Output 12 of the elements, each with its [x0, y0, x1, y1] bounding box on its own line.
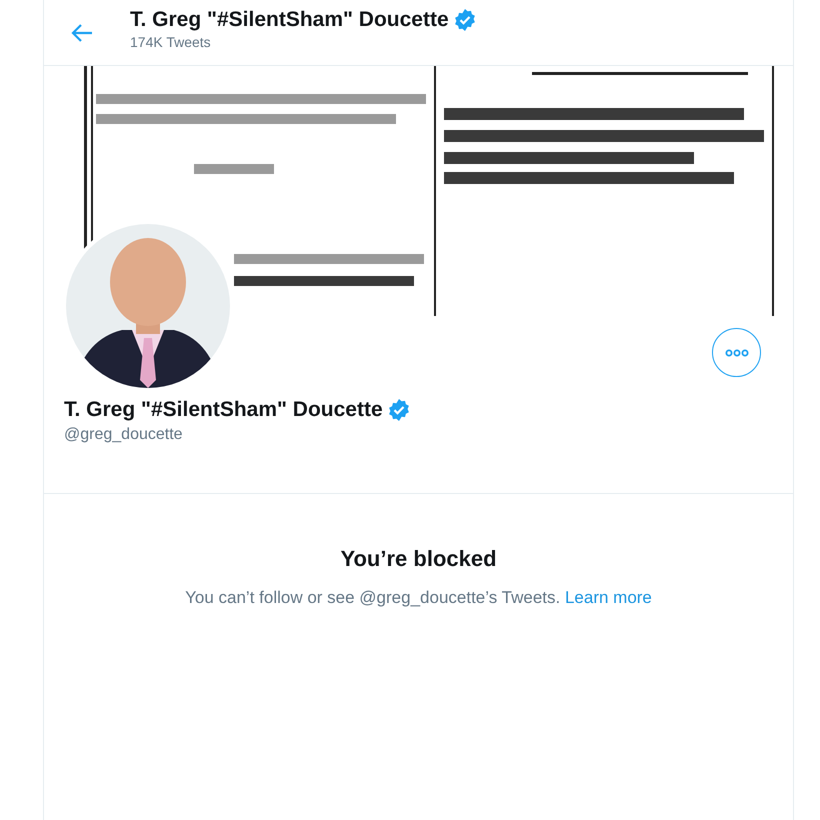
learn-more-link[interactable]: Learn more	[564, 588, 652, 607]
blocked-title: You’re blocked	[340, 546, 497, 572]
profile-handle: @greg_doucette	[64, 426, 184, 444]
profile-name: T. Greg "#SilentSham" Doucette	[64, 398, 383, 422]
verified-badge-icon	[452, 8, 477, 32]
header-title: T. Greg "#SilentSham" Doucette	[130, 8, 449, 32]
more-button[interactable]	[712, 328, 761, 377]
tweet-count: 174K Tweets	[130, 34, 212, 50]
verified-badge-icon	[386, 398, 411, 422]
back-arrow-icon	[71, 24, 93, 42]
more-icon	[724, 348, 748, 356]
blocked-message: You can’t follow or see @greg_doucette’s Tweets. Learn more	[185, 588, 652, 608]
